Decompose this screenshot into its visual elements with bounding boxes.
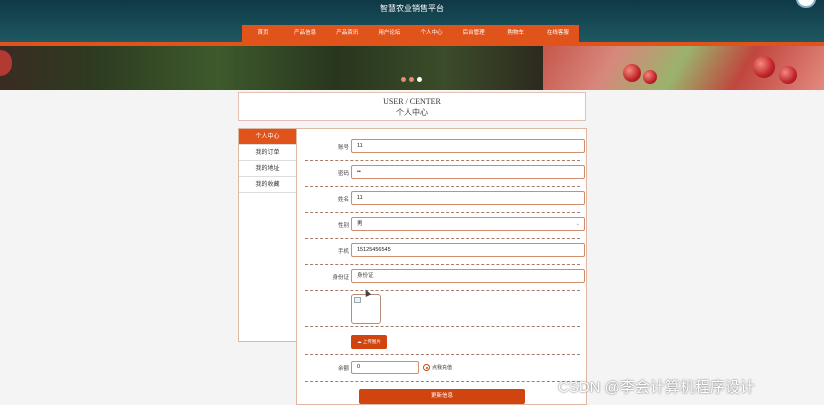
cloud-upload-icon: ☁ bbox=[357, 339, 362, 344]
banner-image-left bbox=[0, 46, 543, 90]
nav-item-support[interactable]: 在线客服 bbox=[537, 25, 579, 42]
banner-carousel[interactable] bbox=[0, 46, 824, 90]
user-sidebar: 个人中心 我的订单 我的地址 我的收藏 bbox=[238, 128, 296, 342]
watermark: CSDN @李会计算机程序设计 bbox=[558, 379, 755, 396]
profile-form: 账号 11 密码 •• 姓名 11 性别 男 ⌄ 手机 15125456545 … bbox=[296, 128, 587, 405]
form-row-avatar bbox=[305, 291, 580, 327]
site-title: 智慧农业销售平台 bbox=[380, 4, 444, 13]
update-info-button[interactable]: 更新信息 bbox=[359, 389, 525, 404]
banner-image-right bbox=[543, 46, 824, 90]
sidebar-item-user-center[interactable]: 个人中心 bbox=[239, 129, 296, 145]
recharge-option[interactable]: 点我充值 bbox=[423, 364, 452, 371]
password-label: 密码 bbox=[337, 171, 349, 177]
carousel-dot-2[interactable] bbox=[409, 77, 414, 82]
sidebar-item-address[interactable]: 我的地址 bbox=[239, 161, 296, 177]
balance-input[interactable]: 0 bbox=[351, 361, 419, 374]
nav-item-forum[interactable]: 用户论坛 bbox=[368, 25, 410, 42]
form-row-upload: ☁ 上传图片 bbox=[305, 329, 580, 355]
upload-button-label: 上传图片 bbox=[362, 339, 381, 344]
main-nav: 首页 产品信息 产品资讯 用户论坛 个人中心 后台管理 购物车 在线客服 bbox=[242, 25, 579, 42]
broken-image-icon bbox=[354, 297, 361, 303]
nav-item-home[interactable]: 首页 bbox=[242, 25, 284, 42]
form-row-name: 姓名 11 bbox=[305, 190, 585, 213]
nav-item-products[interactable]: 产品信息 bbox=[284, 25, 326, 42]
form-row-account: 账号 11 bbox=[305, 138, 585, 161]
sidebar-item-favorites[interactable]: 我的收藏 bbox=[239, 177, 296, 193]
gender-label: 性别 bbox=[337, 223, 349, 229]
upload-image-button[interactable]: ☁ 上传图片 bbox=[351, 335, 387, 349]
form-row-phone: 手机 15125456545 bbox=[305, 242, 585, 265]
page-title: USER / CENTER 个人中心 bbox=[238, 92, 586, 121]
nav-item-admin[interactable]: 后台管理 bbox=[453, 25, 495, 42]
recharge-radio[interactable] bbox=[423, 364, 430, 371]
phone-input[interactable]: 15125456545 bbox=[351, 243, 585, 257]
form-row-gender: 性别 男 ⌄ bbox=[305, 216, 585, 239]
page-title-cn: 个人中心 bbox=[396, 108, 428, 117]
chevron-down-icon: ⌄ bbox=[575, 221, 580, 227]
carousel-dot-3[interactable] bbox=[417, 77, 422, 82]
nav-item-cart[interactable]: 购物车 bbox=[495, 25, 537, 42]
page-title-en: USER / CENTER bbox=[383, 97, 441, 106]
balance-label: 余额 bbox=[337, 366, 349, 372]
id-card-label: 身份证 bbox=[332, 275, 349, 281]
password-input[interactable]: •• bbox=[351, 165, 585, 179]
form-row-id-card: 身份证 身份证 bbox=[305, 268, 585, 291]
account-label: 账号 bbox=[337, 145, 349, 151]
phone-label: 手机 bbox=[337, 249, 349, 255]
name-label: 姓名 bbox=[337, 197, 349, 203]
form-row-balance: 余额 0 点我充值 bbox=[305, 358, 580, 382]
nav-item-news[interactable]: 产品资讯 bbox=[326, 25, 368, 42]
recharge-label: 点我充值 bbox=[432, 365, 453, 371]
sidebar-item-orders[interactable]: 我的订单 bbox=[239, 145, 296, 161]
name-input[interactable]: 11 bbox=[351, 191, 585, 205]
account-input[interactable]: 11 bbox=[351, 139, 585, 153]
carousel-indicators bbox=[401, 77, 422, 82]
gender-value: 男 bbox=[357, 221, 363, 227]
form-row-password: 密码 •• bbox=[305, 164, 585, 187]
avatar-preview bbox=[351, 294, 381, 324]
nav-item-user-center[interactable]: 个人中心 bbox=[411, 25, 453, 42]
id-card-input[interactable]: 身份证 bbox=[351, 269, 585, 283]
gender-select[interactable]: 男 ⌄ bbox=[351, 217, 585, 231]
carousel-dot-1[interactable] bbox=[401, 77, 406, 82]
